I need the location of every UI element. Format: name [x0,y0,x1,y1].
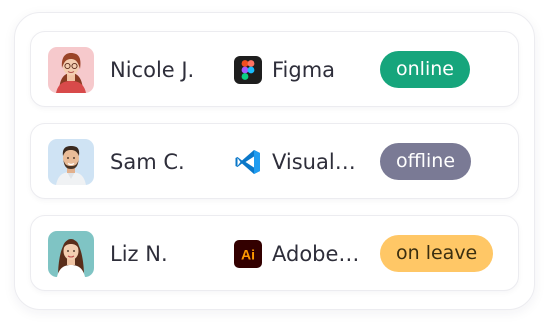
member-name: Liz N. [110,242,168,266]
member-row-nicole[interactable]: Nicole J. Figma online [30,31,519,107]
member-name: Nicole J. [110,58,195,82]
status-badge: offline [380,143,472,180]
app-name: Figma [272,58,336,82]
member-row-sam[interactable]: Sam C. Visual… offline [30,123,519,199]
member-name: Sam C. [110,150,185,174]
app-name: Visual… [272,150,356,174]
svg-text:Ai: Ai [241,247,255,263]
status-badge: online [380,51,470,88]
vscode-icon [234,148,262,176]
adobe-illustrator-icon: Ai [234,240,262,268]
avatar [48,231,94,277]
avatar [48,47,94,93]
avatar [48,139,94,185]
figma-icon [234,56,262,84]
app-name: Adobe… [272,242,360,266]
status-badge: on leave [380,235,494,272]
member-row-liz[interactable]: Liz N. Ai Adobe… on leave [30,215,519,291]
